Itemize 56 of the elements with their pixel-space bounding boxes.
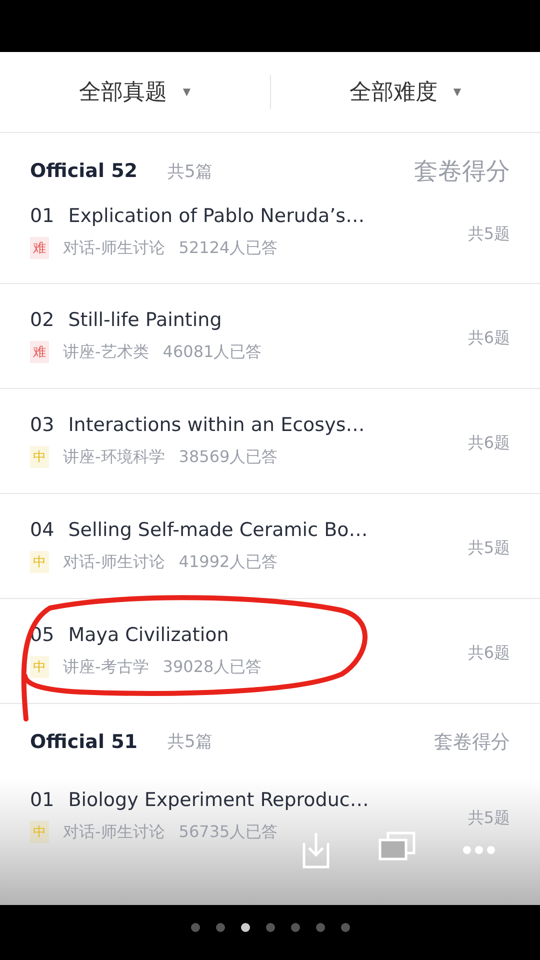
answered-count: 38569人已答 xyxy=(178,446,278,468)
question-count: 共6题 xyxy=(468,326,510,348)
item-number: 02 xyxy=(30,309,54,331)
difficulty-tag: 中 xyxy=(30,551,49,573)
filter-dropdown[interactable]: 全部真题 ▼ xyxy=(0,69,270,115)
article-count: 共5篇 xyxy=(168,731,212,753)
article-count: 共5篇 xyxy=(168,160,212,182)
category-label: 讲座-环境科学 xyxy=(63,446,165,468)
answered-count: 39028人已答 xyxy=(162,656,262,678)
page-dot[interactable] xyxy=(266,923,274,932)
item-title: Explication of Pablo Neruda’s… xyxy=(68,205,365,227)
item-title: Still-life Painting xyxy=(68,309,222,331)
question-set-item[interactable]: 01 Biology Experiment Reproduc… 中 对话-师生讨论 56735人已答 共5题 xyxy=(0,779,540,867)
item-title: Biology Experiment Reproduc… xyxy=(68,789,369,811)
difficulty-tag: 难 xyxy=(30,341,49,363)
question-set-item[interactable]: 01 Explication of Pablo Neruda’s… 难 对话-师生讨论 52124人已答 共5题 xyxy=(0,195,540,283)
page-dot[interactable] xyxy=(240,923,250,932)
page-dot[interactable] xyxy=(316,923,324,932)
download-icon[interactable] xyxy=(300,831,332,869)
more-icon[interactable] xyxy=(462,845,496,855)
question-count: 共5题 xyxy=(468,536,510,558)
category-label: 讲座-艺术类 xyxy=(63,342,149,362)
answered-count: 56735人已答 xyxy=(178,822,278,842)
question-count: 共5题 xyxy=(468,222,510,244)
item-title: Interactions within an Ecosys… xyxy=(68,414,365,436)
category-label: 对话-师生讨论 xyxy=(63,238,165,258)
filter-dropdown[interactable]: 全部难度 ▼ xyxy=(270,69,540,115)
category-label: 对话-师生讨论 xyxy=(63,822,165,842)
question-count: 共6题 xyxy=(468,642,510,664)
answered-count: 52124人已答 xyxy=(178,238,278,258)
question-count: 共5题 xyxy=(468,806,510,828)
item-number: 03 xyxy=(30,414,54,436)
page-dot[interactable] xyxy=(216,923,224,932)
question-set-item[interactable]: 02 Still-life Painting 难 讲座-艺术类 46081人已答 共6题 xyxy=(0,283,540,388)
category-label: 讲座-考古学 xyxy=(63,656,149,678)
difficulty-tag: 中 xyxy=(30,821,49,843)
answered-count: 46081人已答 xyxy=(162,342,262,362)
item-title: Maya Civilization xyxy=(68,624,229,646)
difficulty-tag: 难 xyxy=(30,237,49,259)
item-title: Selling Self-made Ceramic Bo… xyxy=(68,519,368,541)
section-title: Official 52 xyxy=(30,160,138,182)
page-dot[interactable] xyxy=(340,923,350,932)
item-number: 01 xyxy=(30,205,54,227)
question-count: 共6题 xyxy=(468,432,510,454)
item-number: 01 xyxy=(30,789,54,811)
page-dot[interactable] xyxy=(190,923,200,932)
section-title: Official 51 xyxy=(30,730,138,752)
item-number: 04 xyxy=(30,519,54,541)
answered-count: 41992人已答 xyxy=(178,552,278,572)
question-set-item[interactable]: 04 Selling Self-made Ceramic Bo… 中 对话-师生讨论 41992人已答 共5题 xyxy=(0,493,540,598)
difficulty-tag: 中 xyxy=(30,446,49,468)
category-label: 对话-师生讨论 xyxy=(63,552,165,572)
windows-icon[interactable] xyxy=(378,831,416,861)
question-set-item[interactable]: 03 Interactions within an Ecosys… 中 讲座-环境科学 38569人已答 共6题 xyxy=(0,388,540,493)
page-dot[interactable] xyxy=(290,923,300,932)
difficulty-tag: 中 xyxy=(30,656,49,678)
